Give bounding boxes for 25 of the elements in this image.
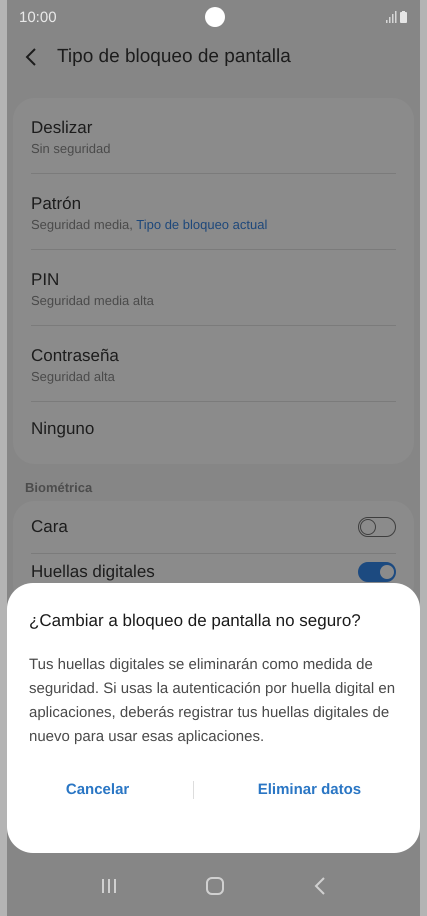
option-subtitle: Seguridad media alta — [31, 292, 155, 308]
signal-battery-icon — [386, 11, 408, 23]
option-title[interactable]: Cara — [31, 517, 68, 537]
dialog-button[interactable]: Eliminar datos — [248, 775, 372, 804]
option-subtitle: Seguridad alta — [31, 368, 116, 384]
dialog-message: Tus huellas digitales se eliminarán como medida de seguridad. Si usas la autenticación por huella digital en aplicaciones, deberás registrar tus huellas digitales de nuevo para usar esas aplicaciones. — [29, 655, 396, 747]
page-title: Tipo de bloqueo de pantalla — [57, 46, 291, 68]
option-title[interactable]: Ninguno — [31, 419, 396, 439]
option-title[interactable]: Contraseña — [31, 346, 396, 366]
camera-hole-icon — [205, 7, 225, 27]
back-icon[interactable] — [25, 47, 37, 67]
option-title[interactable]: PIN — [31, 270, 396, 290]
recent-apps-icon[interactable] — [101, 877, 118, 895]
dialog-button[interactable]: Cancelar — [56, 775, 140, 804]
toggle-switch[interactable] — [358, 562, 396, 582]
dialog-title: ¿Cambiar a bloqueo de pantalla no seguro? — [29, 611, 362, 631]
option-title[interactable]: Huellas digitales — [31, 562, 155, 582]
home-icon[interactable] — [205, 876, 226, 896]
option-subtitle: Seguridad media, Tipo de bloqueo actual — [31, 216, 268, 232]
option-subtitle: Sin seguridad — [31, 140, 112, 156]
toggle-switch[interactable] — [358, 517, 396, 537]
section-heading: Biométrica — [24, 479, 94, 497]
option-title[interactable]: Patrón — [31, 194, 396, 214]
option-title[interactable]: Deslizar — [31, 118, 396, 138]
status-time: 10:00 — [19, 8, 57, 26]
